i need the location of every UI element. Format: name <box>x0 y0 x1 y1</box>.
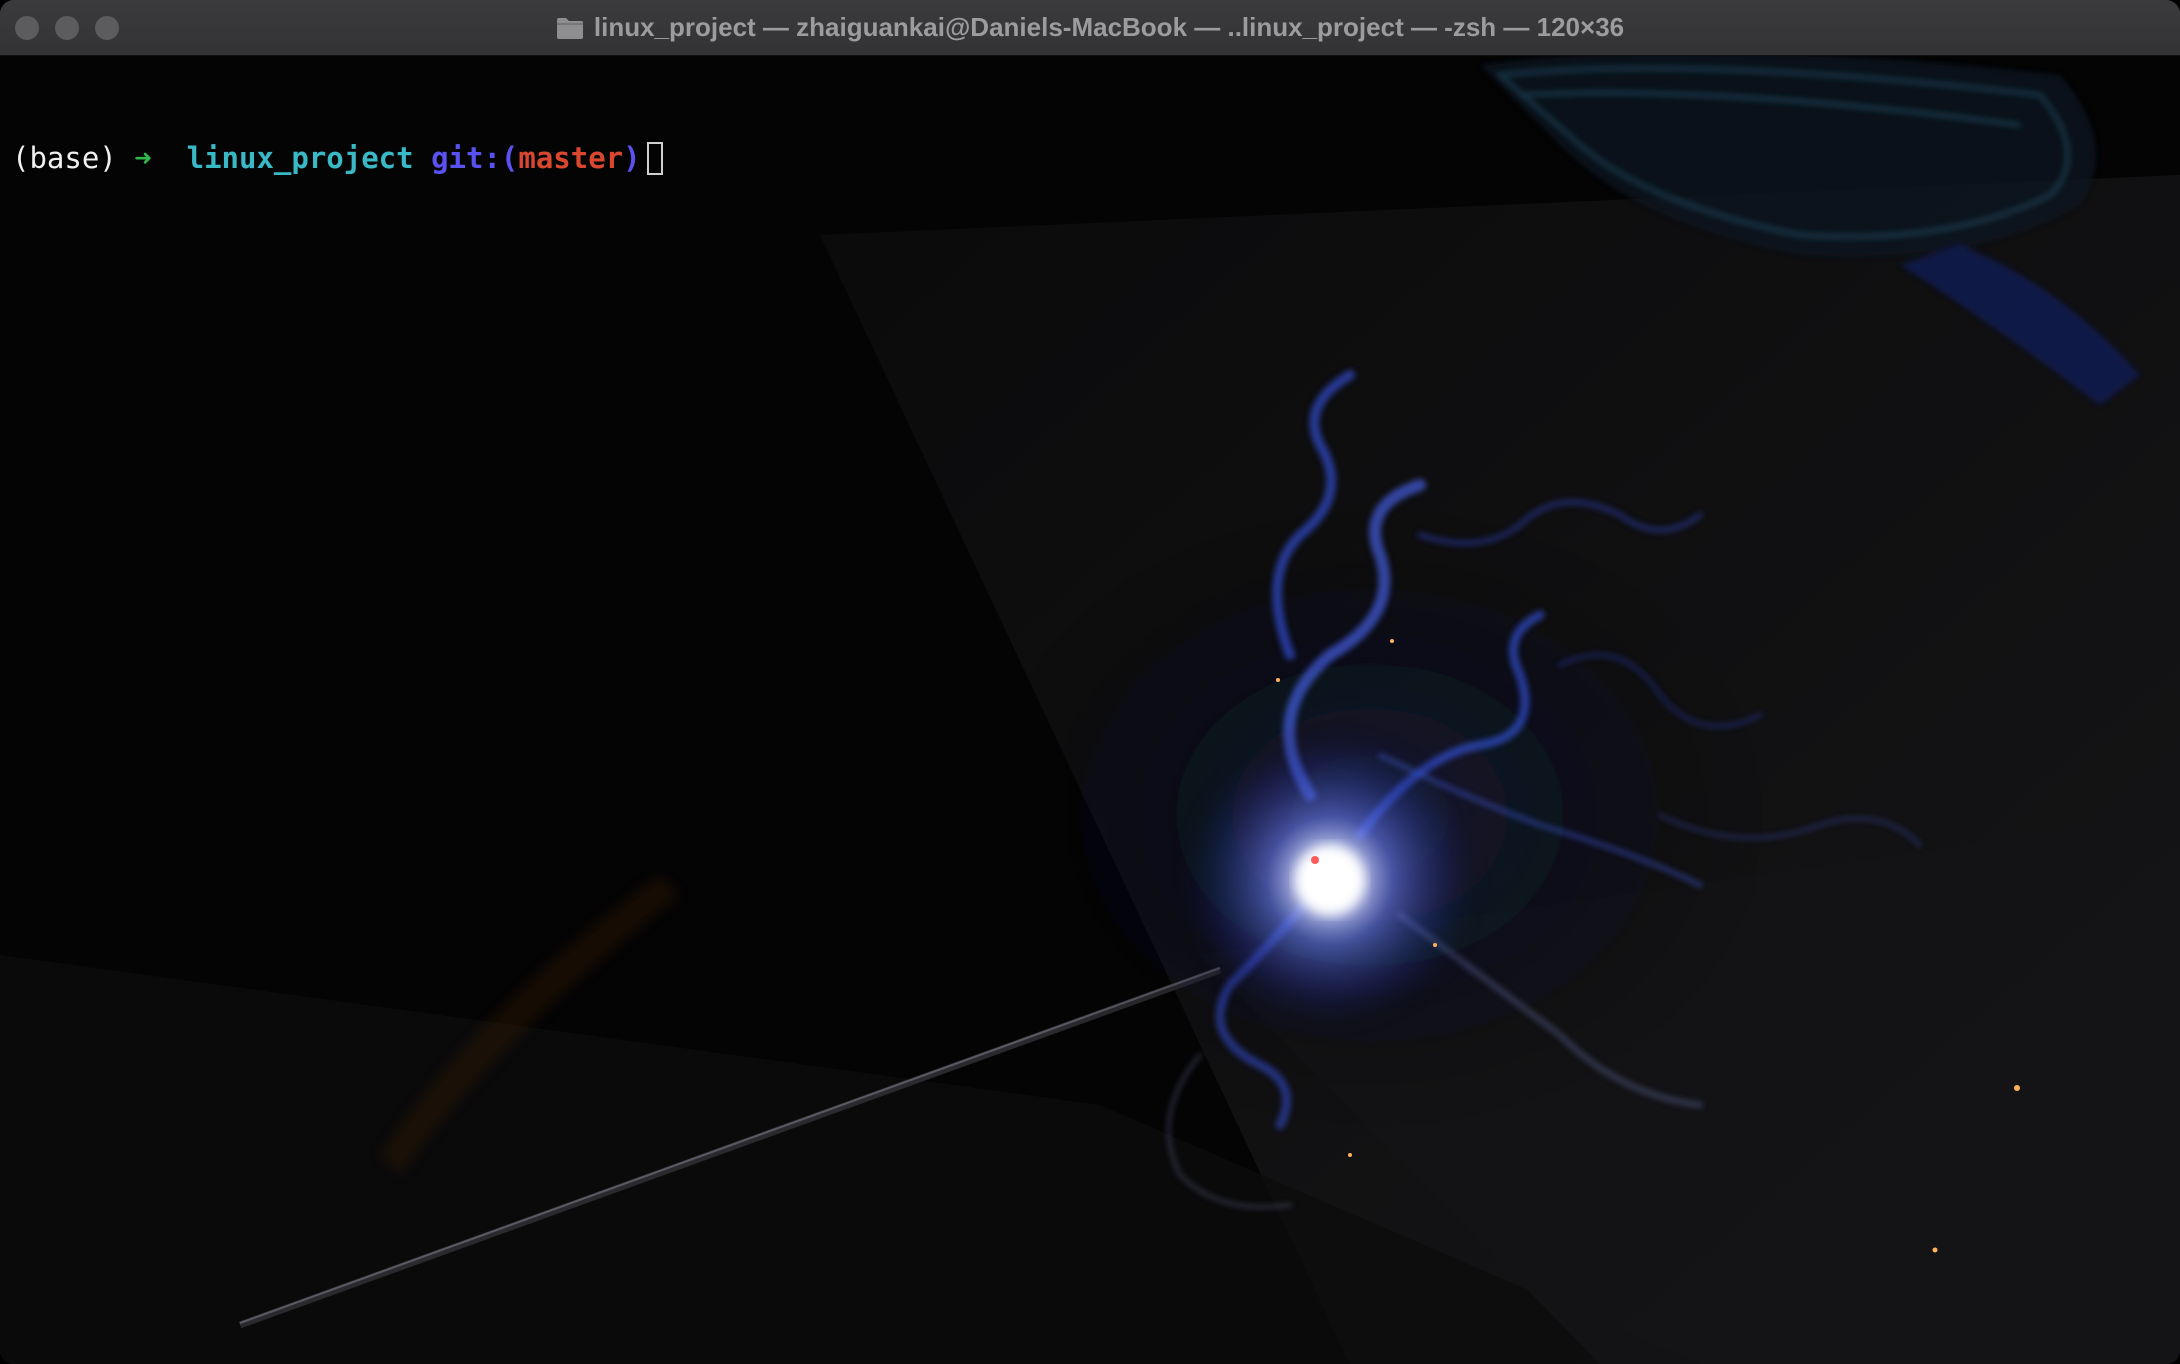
window-title: linux_project — zhaiguankai@Daniels-MacB… <box>593 12 1625 42</box>
conda-env-label: (base) <box>12 141 117 175</box>
git-prefix: git:( <box>431 141 519 175</box>
git-suffix: ) <box>623 141 641 175</box>
terminal-output[interactable]: (base) ➜ linux_project git:(master) <box>12 58 663 258</box>
title-bar[interactable]: linux_project — zhaiguankai@Daniels-MacB… <box>0 0 2180 56</box>
prompt-arrow-icon: ➜ <box>134 141 152 175</box>
current-directory: linux_project <box>186 141 414 175</box>
git-branch: master <box>518 141 624 175</box>
folder-icon <box>556 16 584 40</box>
text-cursor[interactable] <box>646 142 663 175</box>
terminal-window: linux_project — zhaiguankai@Daniels-MacB… <box>0 0 2180 1364</box>
window-title-group: linux_project — zhaiguankai@Daniels-MacB… <box>0 0 2180 55</box>
prompt-line[interactable]: (base) ➜ linux_project git:(master) <box>12 138 663 178</box>
